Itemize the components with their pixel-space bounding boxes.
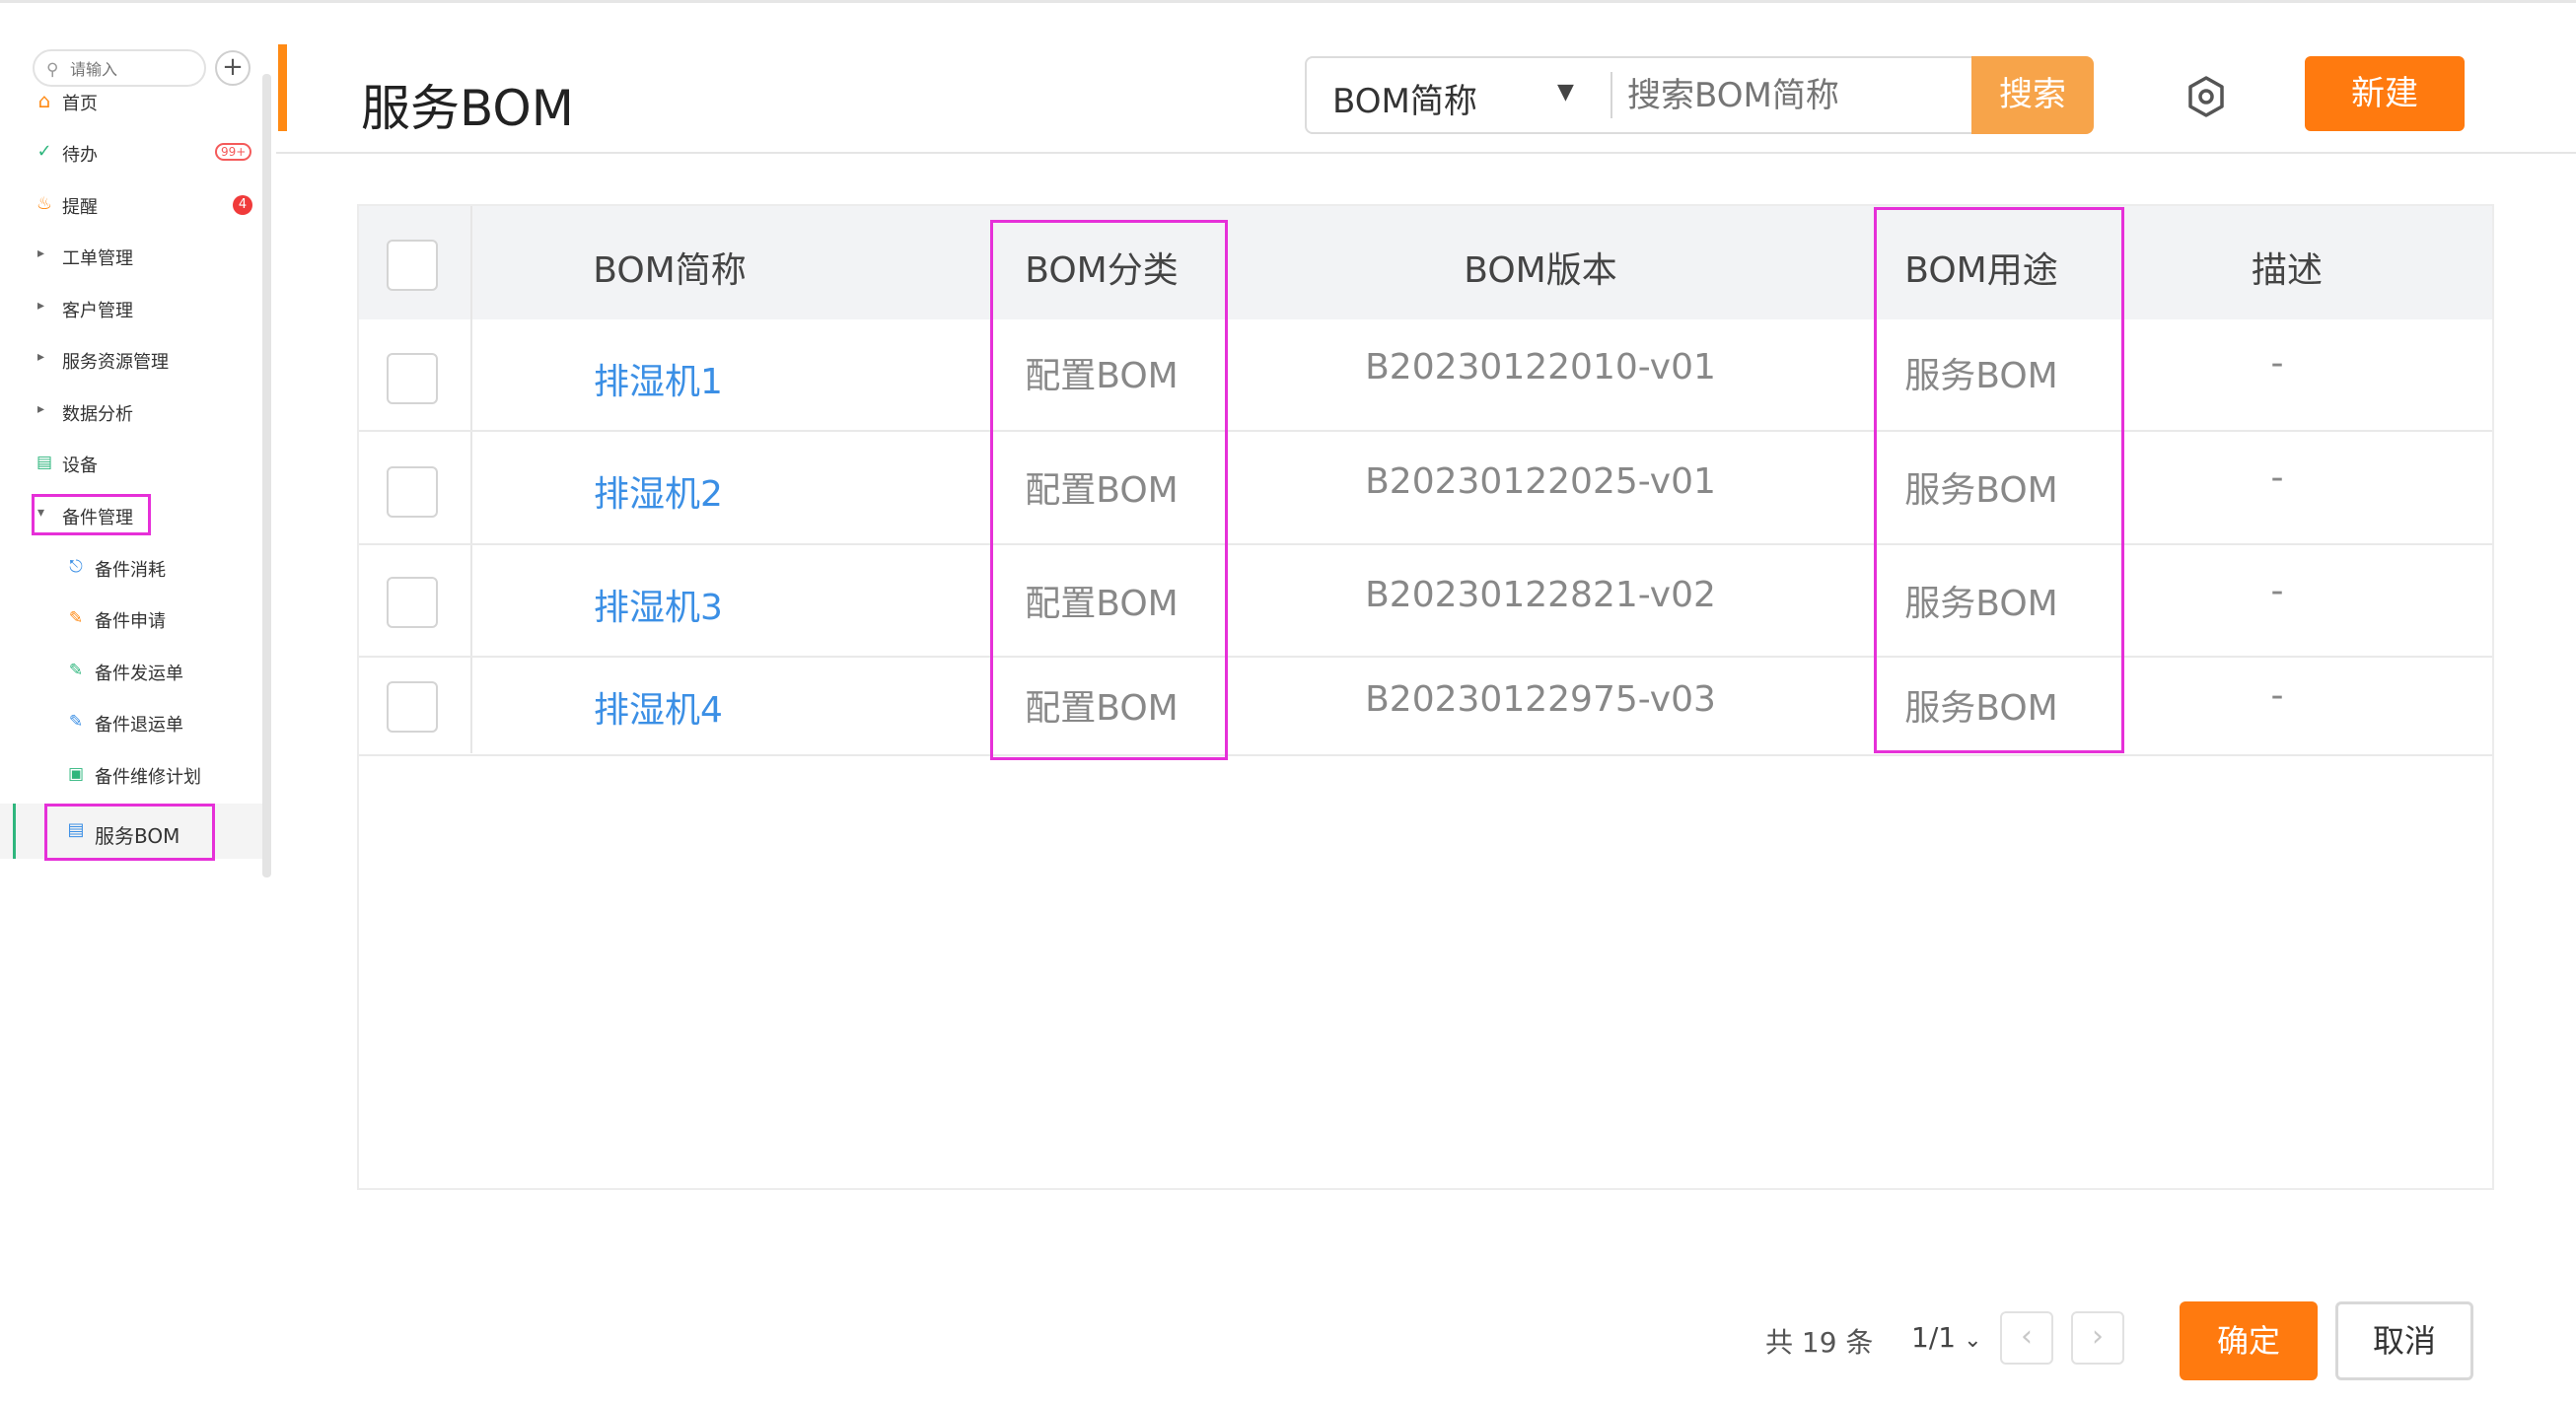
bom-version: B20230122821-v02 xyxy=(1365,575,1716,615)
row-checkbox[interactable] xyxy=(387,577,438,628)
doc-ship-icon: ✎ xyxy=(68,661,84,680)
caret-right-icon: ▸ xyxy=(37,298,45,314)
sidebar-item-home[interactable]: ⌂ 首页 xyxy=(0,81,262,120)
highlight-box-category-column xyxy=(990,220,1228,760)
table-row[interactable]: 排湿机1 配置BOM B20230122010-v01 服务BOM - xyxy=(359,319,2492,432)
sidebar-subitem-parts-request[interactable]: ✎ 备件申请 xyxy=(0,598,262,638)
next-page-button[interactable]: › xyxy=(2071,1311,2124,1365)
search-button[interactable]: 搜索 xyxy=(1971,56,2094,134)
prev-page-button[interactable]: ‹ xyxy=(2000,1311,2053,1365)
bom-name-link[interactable]: 排湿机2 xyxy=(594,465,723,517)
home-icon: ⌂ xyxy=(37,89,51,112)
column-header-description[interactable]: 描述 xyxy=(2252,242,2323,293)
sidebar: ⚲ + ⌂ 首页 ✓ 待办 99+ ♨ 提醒 4 ▸ 工单管理 ▸ 客户管理 ▸… xyxy=(0,20,274,878)
search-group: BOM简称 ▼ 搜索 xyxy=(1305,56,2094,134)
page-indicator: 1/1 xyxy=(1911,1321,1957,1354)
sidebar-item-label: 客户管理 xyxy=(62,301,133,321)
sidebar-item-label: 待办 xyxy=(62,145,98,166)
row-checkbox[interactable] xyxy=(387,466,438,518)
search-input[interactable] xyxy=(1627,72,1963,119)
top-border xyxy=(0,0,2576,4)
column-header-version[interactable]: BOM版本 xyxy=(1464,242,1616,293)
select-all-checkbox[interactable] xyxy=(387,240,438,291)
sidebar-subitem-parts-consumption[interactable]: ⎋ 备件消耗 xyxy=(0,547,262,587)
sidebar-search-input[interactable] xyxy=(70,57,198,81)
sidebar-item-todo[interactable]: ✓ 待办 99+ xyxy=(0,132,262,172)
title-accent-bar xyxy=(278,44,287,131)
chevron-down-icon: ▼ xyxy=(1557,80,1574,105)
sidebar-item-label: 备件退运单 xyxy=(95,715,183,736)
bom-table: BOM简称 BOM分类 BOM版本 BOM用途 描述 排湿机1 配置BOM B2… xyxy=(357,204,2494,1190)
cancel-button[interactable]: 取消 xyxy=(2335,1301,2473,1380)
caret-right-icon: ▸ xyxy=(37,349,45,365)
bom-name-link[interactable]: 排湿机1 xyxy=(594,353,723,404)
chevron-down-icon: ⌄ xyxy=(1964,1328,1982,1353)
search-divider xyxy=(1610,72,1612,118)
table-row[interactable]: 排湿机3 配置BOM B20230122821-v02 服务BOM - xyxy=(359,547,2492,658)
sidebar-item-label: 服务资源管理 xyxy=(62,352,169,373)
sidebar-item-label: 提醒 xyxy=(62,197,98,218)
page-selector[interactable]: 1/1 ⌄ xyxy=(1911,1321,1982,1354)
highlight-box-usage-column xyxy=(1874,207,2124,753)
bom-description: - xyxy=(2270,675,2284,716)
sidebar-item-devices[interactable]: ▤ 设备 xyxy=(0,443,262,482)
sidebar-item-label: 数据分析 xyxy=(62,404,133,425)
search-field-value: BOM简称 xyxy=(1332,82,1477,121)
column-header-name[interactable]: BOM简称 xyxy=(593,242,746,293)
caret-right-icon: ▸ xyxy=(37,246,45,261)
doc-request-icon: ✎ xyxy=(68,608,84,628)
bom-name-link[interactable]: 排湿机4 xyxy=(594,681,723,733)
bom-description: - xyxy=(2270,571,2284,611)
search-field-select[interactable]: BOM简称 ▼ xyxy=(1307,58,1609,132)
table-row[interactable]: 排湿机2 配置BOM B20230122025-v01 服务BOM - xyxy=(359,434,2492,545)
highlight-box-service-bom xyxy=(44,804,215,861)
table-row[interactable]: 排湿机4 配置BOM B20230122975-v03 服务BOM - xyxy=(359,660,2492,756)
todo-count-badge: 99+ xyxy=(215,143,252,161)
device-icon: ▤ xyxy=(36,453,53,472)
sidebar-item-label: 备件申请 xyxy=(95,611,166,632)
plug-icon: ⎋ xyxy=(69,557,83,577)
sidebar-subitem-repair-plan[interactable]: ▣ 备件维修计划 xyxy=(0,754,262,794)
table-header: BOM简称 BOM分类 BOM版本 BOM用途 描述 xyxy=(359,206,2492,319)
highlight-box-spare-parts xyxy=(32,494,151,535)
new-button[interactable]: 新建 xyxy=(2305,56,2465,131)
search-icon: ⚲ xyxy=(46,60,59,80)
sidebar-subitem-parts-shipment[interactable]: ✎ 备件发运单 xyxy=(0,651,262,690)
reminder-count-badge: 4 xyxy=(233,195,252,215)
caret-right-icon: ▸ xyxy=(37,401,45,417)
row-checkbox[interactable] xyxy=(387,681,438,733)
sidebar-item-label: 备件发运单 xyxy=(95,664,183,684)
bom-description: - xyxy=(2270,343,2284,384)
check-circle-icon: ✓ xyxy=(36,141,52,162)
calendar-icon: ▣ xyxy=(67,764,85,784)
confirm-button[interactable]: 确定 xyxy=(2180,1301,2318,1380)
total-count: 共 19 条 xyxy=(1765,1326,1874,1359)
sidebar-item-work-orders[interactable]: ▸ 工单管理 xyxy=(0,236,262,275)
active-indicator xyxy=(13,804,16,859)
sidebar-item-service-resources[interactable]: ▸ 服务资源管理 xyxy=(0,339,262,379)
sidebar-item-label: 首页 xyxy=(62,94,98,114)
bom-description: - xyxy=(2270,457,2284,498)
sidebar-item-label: 工单管理 xyxy=(62,248,133,269)
doc-return-icon: ✎ xyxy=(68,712,84,732)
sidebar-item-label: 备件消耗 xyxy=(95,560,166,581)
sidebar-item-analytics[interactable]: ▸ 数据分析 xyxy=(0,391,262,431)
page-title: 服务BOM xyxy=(361,80,574,137)
bom-version: B20230122975-v03 xyxy=(1365,679,1716,720)
bell-icon: ♨ xyxy=(36,193,53,214)
sidebar-item-label: 备件维修计划 xyxy=(95,767,201,788)
sidebar-subitem-parts-return[interactable]: ✎ 备件退运单 xyxy=(0,702,262,741)
sidebar-item-customers[interactable]: ▸ 客户管理 xyxy=(0,288,262,327)
sidebar-scrollbar[interactable] xyxy=(262,74,271,878)
settings-icon[interactable] xyxy=(2184,75,2228,118)
bom-version: B20230122010-v01 xyxy=(1365,347,1716,387)
sidebar-item-reminder[interactable]: ♨ 提醒 4 xyxy=(0,184,262,224)
bom-name-link[interactable]: 排湿机3 xyxy=(594,579,723,630)
bom-version: B20230122025-v01 xyxy=(1365,461,1716,502)
sidebar-item-label: 设备 xyxy=(62,456,98,476)
header-divider xyxy=(276,152,2576,154)
row-checkbox[interactable] xyxy=(387,353,438,404)
